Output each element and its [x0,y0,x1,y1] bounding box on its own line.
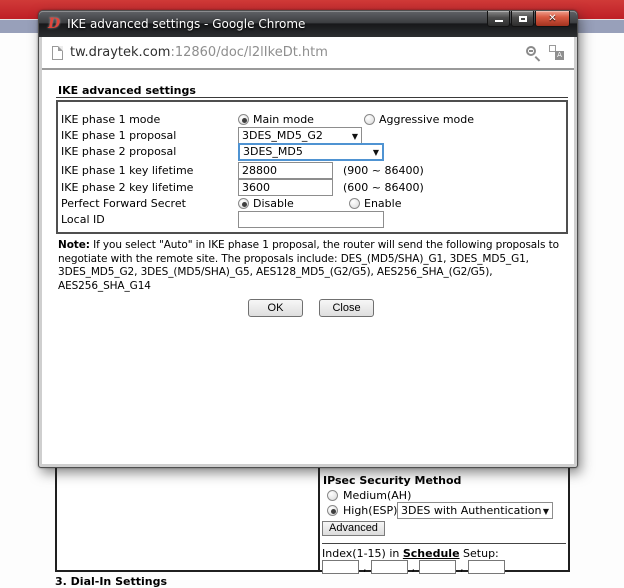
schedule-index-4-input[interactable] [468,560,505,574]
pfs-disable-label: Disable [253,197,294,210]
maximize-button[interactable] [511,11,534,27]
url-text[interactable]: tw.draytek.com:12860/doc/l2lIkeDt.htm [70,45,328,60]
esp-method-value: 3DES with Authentication [401,504,541,517]
comma-separator: , [460,561,464,574]
dial-in-settings-heading: 3. Dial-In Settings [55,575,167,588]
comma-separator: , [363,561,367,574]
note-text: Note: If you select "Auto" in IKE phase … [58,239,564,293]
phase1-lifetime-label: IKE phase 1 key lifetime [61,164,238,177]
form-row-phase2-lifetime: IKE phase 2 key lifetime (600 ~ 86400) [61,179,564,196]
window-controls: ✕ [487,11,570,27]
index-suffix: Setup: [463,547,499,560]
aggressive-mode-radio[interactable] [364,114,375,125]
medium-ah-label: Medium(AH) [343,489,411,502]
ike-settings-form: IKE phase 1 mode Main mode Aggressive mo… [56,100,568,234]
schedule-index-3-input[interactable] [419,560,456,574]
ok-button[interactable]: OK [248,299,303,317]
main-mode-option[interactable]: Main mode [238,113,364,126]
pfs-enable-label: Enable [364,197,401,210]
pfs-enable-radio[interactable] [349,198,360,209]
high-esp-label: High(ESP) [343,504,397,517]
form-row-pfs: Perfect Forward Secret Disable Enable [61,195,564,212]
esp-method-select[interactable]: 3DES with Authentication [397,502,553,519]
dialog-close-button[interactable]: Close [319,299,374,317]
minimize-icon [495,20,503,22]
index-prefix: Index(1-15) in [322,547,399,560]
form-row-phase1-proposal: IKE phase 1 proposal 3DES_MD5_G2 [61,127,564,144]
pfs-disable-radio[interactable] [238,198,249,209]
schedule-link[interactable]: Schedule [403,547,460,560]
dialog-heading: IKE advanced settings [58,84,196,97]
form-row-phase2-proposal: IKE phase 2 proposal 3DES_MD5 [61,143,564,160]
phase2-proposal-value: 3DES_MD5 [243,145,303,158]
page-icon [52,46,63,60]
toolbar-icons [525,45,564,61]
text-size-icon[interactable] [549,45,564,60]
popup-window: D IKE advanced settings - Google Chrome … [38,10,578,468]
close-icon: ✕ [548,13,556,24]
maximize-icon [519,16,527,22]
phase1-mode-label: IKE phase 1 mode [61,113,238,126]
aggressive-mode-option[interactable]: Aggressive mode [364,113,474,126]
schedule-index-inputs: , , , [322,560,505,574]
phase1-proposal-label: IKE phase 1 proposal [61,129,238,142]
form-row-phase1-mode: IKE phase 1 mode Main mode Aggressive mo… [61,111,564,128]
local-id-label: Local ID [61,213,238,226]
draytek-logo-icon: D [48,17,60,31]
phase2-proposal-select[interactable]: 3DES_MD5 [238,143,384,161]
address-bar: tw.draytek.com:12860/doc/l2lIkeDt.htm [42,37,574,70]
local-id-input[interactable] [238,211,384,228]
high-esp-option[interactable]: High(ESP) [327,504,397,517]
url-path: :12860/doc/l2lIkeDt.htm [170,45,327,60]
comma-separator: , [412,561,416,574]
pfs-disable-option[interactable]: Disable [238,197,349,210]
note-body: If you select "Auto" in IKE phase 1 prop… [58,239,559,292]
schedule-index-line: Index(1-15) in Schedule Setup: [322,547,499,560]
chevron-down-icon [373,145,379,158]
phase2-lifetime-hint: (600 ~ 86400) [343,181,424,194]
chevron-down-icon [352,129,358,142]
main-mode-label: Main mode [253,113,314,126]
url-host: tw.draytek.com [70,45,170,60]
high-esp-radio[interactable] [327,505,338,516]
form-row-local-id: Local ID [61,211,564,228]
window-client-area: tw.draytek.com:12860/doc/l2lIkeDt.htm IK… [42,37,574,464]
phase1-lifetime-input[interactable] [238,162,333,179]
medium-ah-radio[interactable] [327,490,338,501]
pfs-enable-option[interactable]: Enable [349,197,401,210]
heading-underline [56,97,568,98]
phase2-lifetime-input[interactable] [238,179,333,196]
form-row-phase1-lifetime: IKE phase 1 key lifetime (900 ~ 86400) [61,162,564,179]
close-button[interactable]: ✕ [535,11,570,27]
note-label: Note: [58,239,90,251]
phase1-proposal-select[interactable]: 3DES_MD5_G2 [238,127,362,144]
phase1-proposal-value: 3DES_MD5_G2 [242,129,323,142]
schedule-index-2-input[interactable] [371,560,408,574]
advanced-button[interactable]: Advanced [322,521,385,536]
section-divider [322,543,566,544]
main-mode-radio[interactable] [238,114,249,125]
medium-ah-option[interactable]: Medium(AH) [327,489,411,502]
aggressive-mode-label: Aggressive mode [379,113,474,126]
phase2-proposal-label: IKE phase 2 proposal [61,145,238,158]
window-title: IKE advanced settings - Google Chrome [67,17,305,31]
ipsec-security-method-heading: IPsec Security Method [323,474,461,487]
minimize-button[interactable] [487,11,510,27]
phase1-lifetime-hint: (900 ~ 86400) [343,164,424,177]
schedule-index-1-input[interactable] [322,560,359,574]
chevron-down-icon [543,504,549,517]
pfs-label: Perfect Forward Secret [61,197,238,210]
phase2-lifetime-label: IKE phase 2 key lifetime [61,181,238,194]
zoom-out-icon[interactable] [525,45,541,61]
